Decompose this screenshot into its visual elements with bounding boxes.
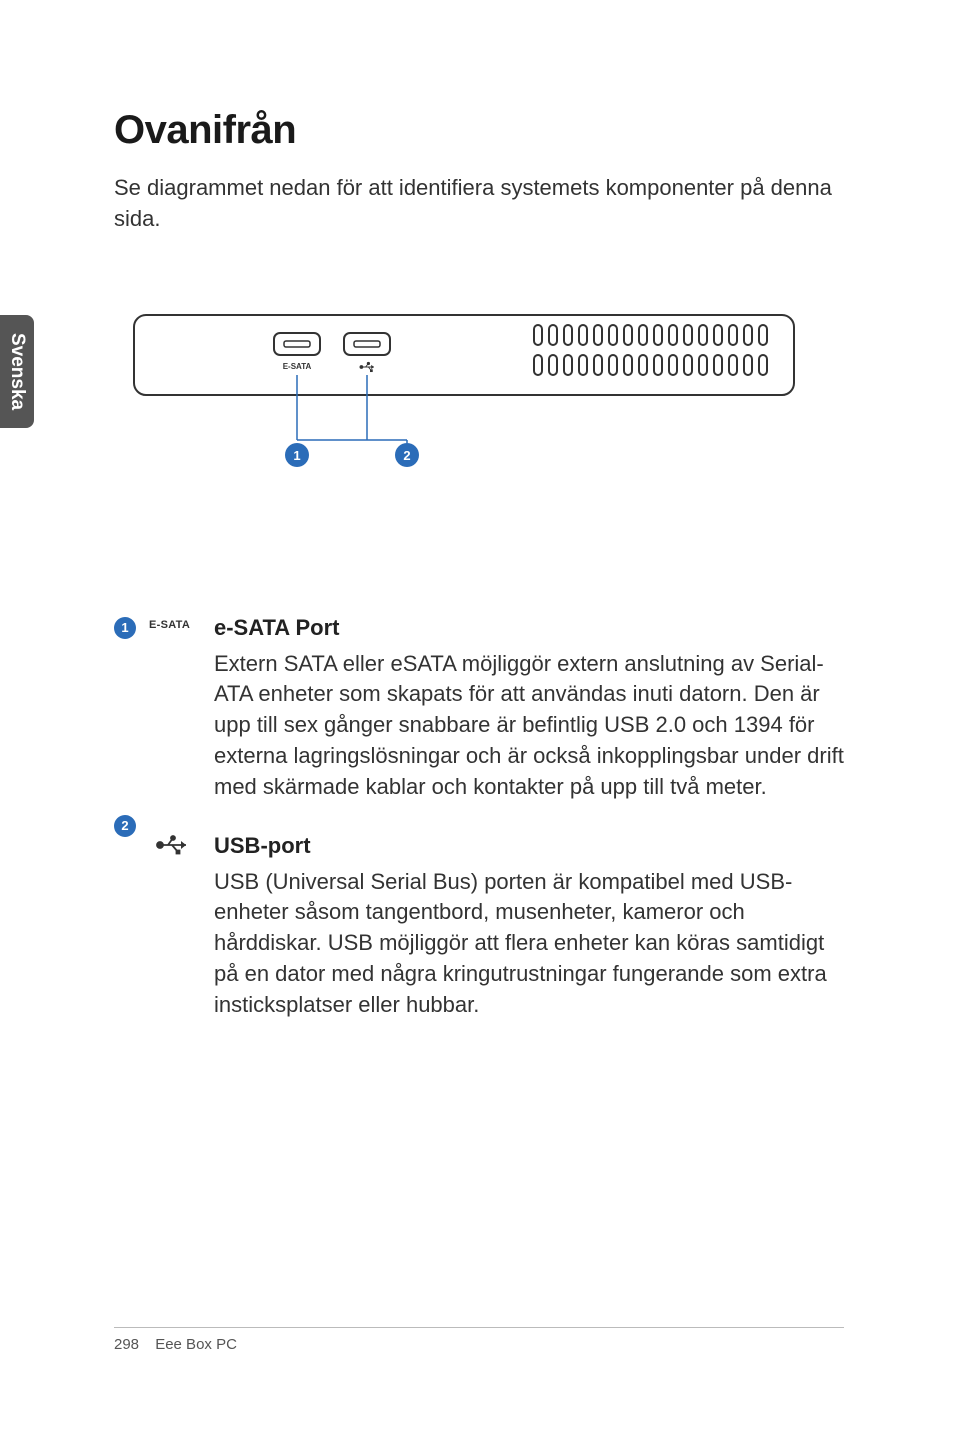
item-1-desc: Extern SATA eller eSATA möjliggör extern… [214,649,844,803]
usb-port-graphic [344,333,390,372]
item-2-desc: USB (Universal Serial Bus) porten är kom… [214,867,844,1021]
page-title: Ovanifrån [114,108,844,153]
vent-holes [534,325,767,375]
usb-icon [156,835,192,860]
item-1-badge: 1 [114,617,136,639]
items-list: 1 E-SATA e-SATA Port Extern SATA eller e… [114,615,844,1021]
top-view-diagram: E-SATA [114,305,844,485]
item-2-badge: 2 [114,815,136,837]
main-content: Ovanifrån Se diagrammet nedan för att id… [114,108,844,1051]
esata-icon-label: E-SATA [149,619,190,631]
intro-text: Se diagrammet nedan för att identifiera … [114,173,844,235]
product-name: Eee Box PC [155,1336,237,1353]
item-1: 1 E-SATA e-SATA Port Extern SATA eller e… [114,615,844,803]
item-1-title: e-SATA Port [214,615,844,641]
page-footer: 298 Eee Box PC [114,1327,844,1353]
callout-2-num: 2 [403,448,410,463]
item-2-title: USB-port [214,833,844,859]
item-2: 2 USB-port USB (Universal Serial [114,833,844,1021]
esata-port-graphic: E-SATA [274,333,320,371]
callout-1-num: 1 [293,448,300,463]
language-tab: Svenska [0,315,34,428]
page-number: 298 [114,1336,139,1353]
esata-port-label: E-SATA [283,362,312,371]
